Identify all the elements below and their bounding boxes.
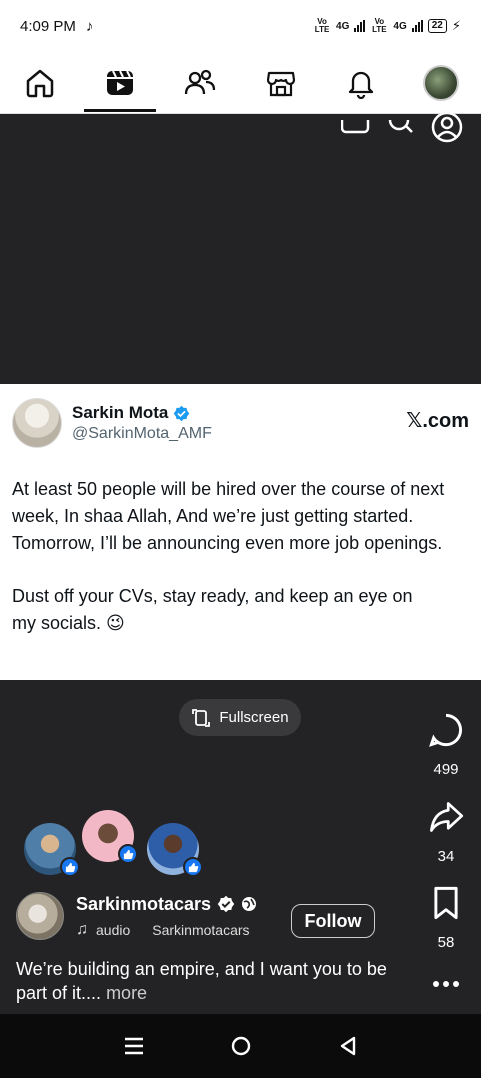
- verified-badge-icon: [217, 895, 235, 913]
- like-action[interactable]: 5.5K: [411, 622, 481, 682]
- tweet-body: At least 50 people will be hired over th…: [12, 476, 469, 637]
- fullscreen-label: Fullscreen: [219, 709, 289, 726]
- system-navigation-bar: [0, 1014, 481, 1078]
- volte-label-1: Vo LTE: [314, 17, 330, 34]
- comment-icon: [429, 713, 462, 747]
- signal-icon-2: [411, 20, 423, 32]
- tweet-avatar: [12, 398, 62, 448]
- caption-text: We’re building an empire, and I want you…: [16, 959, 387, 1003]
- audio-info[interactable]: ♫ audio Sarkinmotacars: [76, 921, 257, 939]
- status-time: 4:09 PM: [20, 17, 76, 35]
- volte-label-2: Vo LTE: [372, 17, 387, 34]
- tiktok-notification-icon: ♪: [85, 17, 94, 35]
- like-badge-icon: [118, 844, 138, 864]
- tweet-handle: @SarkinMota_AMF: [72, 425, 212, 442]
- search-icon[interactable]: [387, 120, 415, 134]
- tweet-header: Sarkin Mota @SarkinMota_AMF 𝕏.com: [12, 398, 469, 448]
- nav-profile[interactable]: [411, 52, 471, 114]
- fullscreen-button[interactable]: Fullscreen: [179, 699, 301, 736]
- reactor-avatar-3[interactable]: [147, 823, 203, 877]
- profile-avatar: [422, 64, 459, 101]
- top-navigation: [0, 52, 481, 114]
- home-icon: [26, 69, 54, 97]
- camera-icon[interactable]: [341, 120, 371, 134]
- reactor-avatar-2[interactable]: [82, 810, 138, 864]
- caption[interactable]: We’re building an empire, and I want you…: [16, 957, 416, 1005]
- friends-icon: [185, 69, 216, 94]
- author-name[interactable]: Sarkinmotacars: [76, 894, 257, 915]
- comment-count: 499: [433, 761, 459, 778]
- nav-marketplace[interactable]: [251, 52, 311, 114]
- nav-notifications[interactable]: [331, 52, 391, 114]
- more-icon: [433, 981, 459, 987]
- network-gen-2: 4G: [393, 20, 407, 32]
- tweet-name: Sarkin Mota: [72, 403, 212, 423]
- recent-apps-icon[interactable]: [123, 1036, 145, 1056]
- marketplace-icon: [266, 71, 295, 96]
- audio-label: audio: [96, 921, 131, 938]
- author-name-text: Sarkinmotacars: [76, 893, 212, 914]
- tweet-source-domain: 𝕏.com: [406, 409, 469, 432]
- tweet-paragraph-1: At least 50 people will be hired over th…: [12, 479, 445, 553]
- tweet-card: Sarkin Mota @SarkinMota_AMF 𝕏.com At lea…: [0, 384, 481, 680]
- bookmark-icon: [434, 886, 458, 920]
- share-action[interactable]: 34: [411, 799, 481, 865]
- video-area[interactable]: [0, 114, 481, 384]
- reels-icon: [107, 70, 134, 95]
- back-button-icon[interactable]: [337, 1035, 359, 1057]
- author-info: Sarkinmotacars ♫ audio Sarkinmotacars: [76, 894, 257, 939]
- tweet-name-text: Sarkin Mota: [72, 403, 169, 422]
- caption-more-link[interactable]: more: [106, 983, 147, 1003]
- author-avatar[interactable]: [16, 892, 64, 940]
- like-badge-icon: [60, 857, 80, 877]
- like-icon: [431, 626, 462, 655]
- share-count: 34: [437, 848, 455, 865]
- like-badge-icon: [183, 857, 203, 877]
- follow-button[interactable]: Follow: [291, 904, 375, 938]
- network-gen-1: 4G: [336, 20, 350, 32]
- globe-icon: [242, 897, 257, 911]
- video-top-icons: [341, 110, 463, 144]
- profile-icon[interactable]: [431, 110, 463, 144]
- status-bar: 4:09 PM ♪ Vo LTE 4G Vo LTE 4G 22 ⚡: [0, 0, 481, 52]
- save-action[interactable]: 58: [411, 885, 481, 951]
- battery-icon: 22: [427, 19, 447, 33]
- charging-icon: ⚡: [451, 18, 461, 33]
- nav-home[interactable]: [10, 52, 70, 114]
- signal-icon-1: [354, 20, 366, 32]
- music-note-icon: ♫: [76, 920, 88, 938]
- nav-friends[interactable]: [170, 52, 230, 114]
- share-icon: [430, 802, 464, 832]
- audio-owner: Sarkinmotacars: [152, 921, 250, 938]
- tweet-names: Sarkin Mota @SarkinMota_AMF: [72, 403, 212, 443]
- save-count: 58: [437, 934, 455, 951]
- verified-badge-icon: [174, 405, 190, 421]
- nav-reels[interactable]: [84, 52, 157, 114]
- more-options-button[interactable]: [411, 972, 481, 1001]
- like-count: 5.5K: [430, 665, 462, 682]
- comment-action[interactable]: 499: [411, 712, 481, 778]
- notifications-icon: [348, 71, 373, 99]
- home-button-icon[interactable]: [230, 1035, 252, 1057]
- tweet-paragraph-2: Dust off your CVs, stay ready, and keep …: [12, 586, 413, 633]
- reactor-avatar-1[interactable]: [24, 823, 80, 877]
- status-indicators: Vo LTE 4G Vo LTE 4G 22 ⚡: [313, 18, 461, 34]
- fullscreen-icon: [192, 708, 211, 727]
